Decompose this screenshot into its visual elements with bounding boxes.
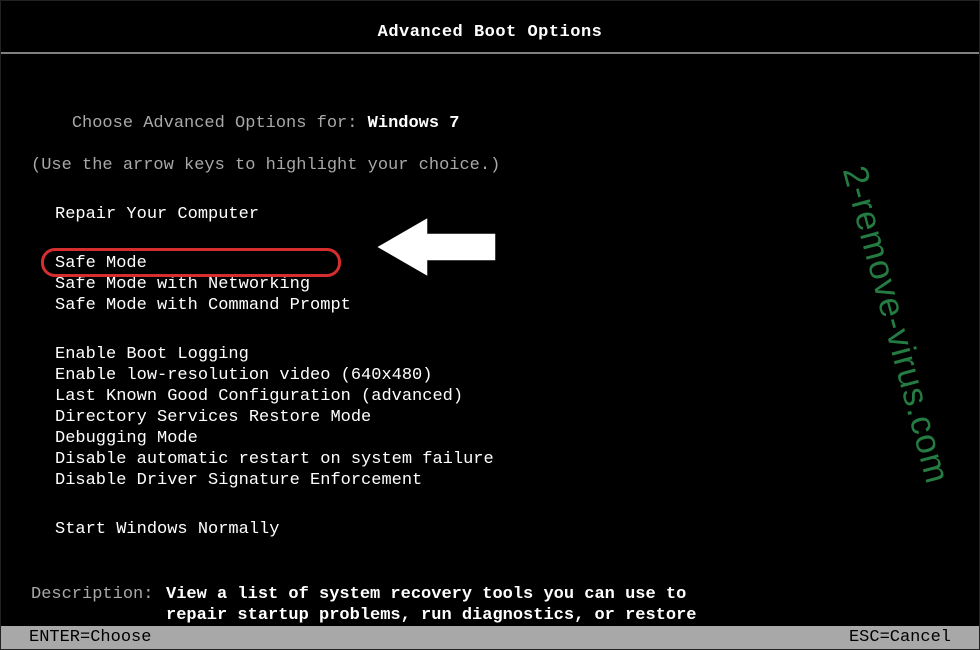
footer-enter-hint: ENTER=Choose bbox=[29, 628, 151, 647]
menu-enable-boot-logging[interactable]: Enable Boot Logging bbox=[55, 344, 949, 365]
menu-start-windows-normally[interactable]: Start Windows Normally bbox=[55, 519, 949, 540]
description-label: Description: bbox=[31, 584, 166, 605]
footer-esc-hint: ESC=Cancel bbox=[849, 628, 951, 647]
footer-bar: ENTER=Choose ESC=Cancel bbox=[1, 626, 979, 649]
body: Choose Advanced Options for: Windows 7 (… bbox=[1, 54, 979, 647]
menu-last-known-good-config[interactable]: Last Known Good Configuration (advanced) bbox=[55, 386, 949, 407]
choose-prefix: Choose Advanced Options for: bbox=[72, 114, 368, 133]
menu-safe-mode-networking[interactable]: Safe Mode with Networking bbox=[55, 274, 949, 295]
choose-line: Choose Advanced Options for: Windows 7 bbox=[31, 92, 949, 155]
menu-disable-driver-sig-enforcement[interactable]: Disable Driver Signature Enforcement bbox=[55, 470, 949, 491]
menu-safe-mode-command-prompt[interactable]: Safe Mode with Command Prompt bbox=[55, 295, 949, 316]
os-name: Windows 7 bbox=[368, 114, 460, 133]
menu-repair-your-computer[interactable]: Repair Your Computer bbox=[55, 204, 949, 225]
menu-safe-mode[interactable]: Safe Mode bbox=[55, 253, 949, 274]
arrow-hint: (Use the arrow keys to highlight your ch… bbox=[31, 155, 949, 176]
menu-directory-services-restore[interactable]: Directory Services Restore Mode bbox=[55, 407, 949, 428]
title-row: Advanced Boot Options bbox=[1, 1, 979, 52]
menu-debugging-mode[interactable]: Debugging Mode bbox=[55, 428, 949, 449]
boot-menu: Repair Your Computer Safe Mode Safe Mode… bbox=[31, 176, 949, 540]
menu-enable-low-res-video[interactable]: Enable low-resolution video (640x480) bbox=[55, 365, 949, 386]
menu-disable-auto-restart[interactable]: Disable automatic restart on system fail… bbox=[55, 449, 949, 470]
page-title: Advanced Boot Options bbox=[378, 23, 603, 42]
